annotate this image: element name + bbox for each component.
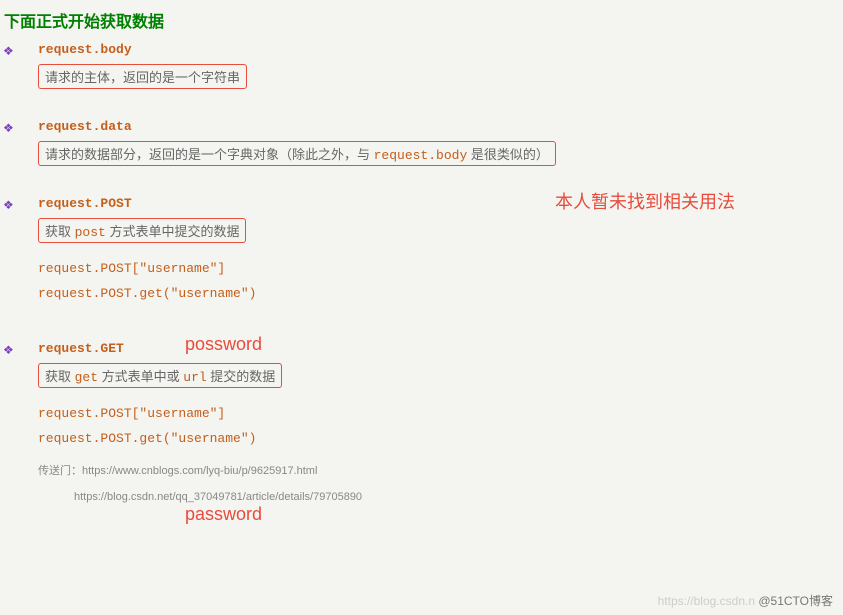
annotation-text: possword	[185, 334, 262, 355]
section-desc: 请求的数据部分，返回的是一个字典对象（除此之外，与 request.body 是…	[38, 141, 556, 166]
bullet-icon: ❖	[0, 341, 38, 357]
code-line: request.POST.get("username")	[0, 431, 843, 446]
section-desc: 获取 get 方式表单中或 url 提交的数据	[38, 363, 282, 388]
section-heading: request.GET	[38, 341, 124, 356]
code-line: request.POST["username"]	[0, 261, 843, 276]
watermark: https://blog.csdn.n @51CTO博客	[658, 592, 833, 609]
section-desc: 获取 post 方式表单中提交的数据	[38, 218, 246, 243]
page-title: 下面正式开始获取数据	[0, 8, 843, 32]
section-heading: request.body	[38, 42, 132, 57]
section-desc: 请求的主体，返回的是一个字符串	[38, 64, 247, 89]
bullet-icon: ❖	[0, 42, 38, 58]
bullet-icon: ❖	[0, 119, 38, 135]
annotation-text: password	[185, 504, 262, 525]
section-heading: request.POST	[38, 196, 132, 211]
reference-links: 传送门：https://www.cnblogs.com/lyq-biu/p/96…	[0, 458, 843, 511]
bullet-icon: ❖	[0, 196, 38, 212]
annotation-text: 本人暂未找到相关用法	[555, 188, 735, 214]
code-line: request.POST["username"]	[0, 406, 843, 421]
reference-link[interactable]: https://blog.csdn.net/qq_37049781/articl…	[74, 491, 362, 503]
section-heading: request.data	[38, 119, 132, 134]
reference-link[interactable]: https://www.cnblogs.com/lyq-biu/p/962591…	[82, 465, 317, 477]
code-line: request.POST.get("username")	[0, 286, 843, 301]
link-label: 传送门：	[38, 465, 82, 477]
